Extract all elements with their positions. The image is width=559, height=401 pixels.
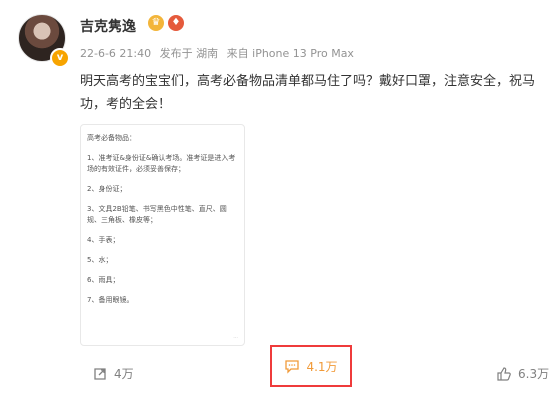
post-text: 明天高考的宝宝们，高考必备物品清单都马住了吗？戴好口罩，注意安全，祝马 功，考的… — [80, 70, 559, 116]
verified-badge: v — [50, 48, 70, 68]
post-datetime[interactable]: 22-6-6 21:40 — [80, 47, 151, 60]
post-meta: 22-6-6 21:40 发布于 湖南 来自 iPhone 13 Pro Max — [80, 45, 359, 61]
comment-count: 4.1万 — [306, 359, 338, 374]
like-count: 6.3万 — [518, 367, 550, 381]
note-item: 4、手表； — [87, 236, 120, 244]
note-item: 5、水； — [87, 256, 113, 264]
post-text-line2: 功，考的全会！ — [80, 97, 172, 112]
note-item: 2、身份证； — [87, 185, 127, 193]
repost-count: 4万 — [114, 367, 134, 381]
user-name[interactable]: 吉克隽逸 — [80, 16, 136, 36]
repost-button[interactable]: 4万 — [92, 365, 134, 382]
note-title: 高考必备物品： — [87, 134, 136, 142]
thumbs-up-icon — [497, 366, 511, 381]
note-item: 7、备用眼镜。 — [87, 296, 134, 304]
post-source: 来自 iPhone 13 Pro Max — [226, 47, 354, 60]
repost-icon — [94, 367, 106, 380]
comment-button[interactable]: 4.1万 — [270, 345, 352, 387]
attached-image[interactable]: 高考必备物品： 1、准考证&身份证&确认考场。准考证是进入考场的有效证件，必须妥… — [80, 124, 245, 346]
image-watermark: ··· — [233, 335, 238, 341]
note-item: 1、准考证&身份证&确认考场。准考证是进入考场的有效证件，必须妥善保存； — [87, 154, 236, 173]
comment-icon — [285, 360, 300, 374]
user-badges: ♛ ♦ — [148, 15, 184, 31]
crown-icon: ♛ — [148, 15, 164, 31]
post-location: 发布于 湖南 — [159, 47, 219, 60]
post-text-line1: 明天高考的宝宝们，高考必备物品清单都马住了吗？戴好口罩，注意安全，祝马 — [80, 74, 536, 89]
like-button[interactable]: 6.3万 — [496, 365, 549, 382]
note-item: 6、雨具； — [87, 276, 120, 284]
note-item: 3、文具2B铅笔、书写黑色中性笔、直尺、圆规、三角板、橡皮等； — [87, 205, 227, 224]
gift-icon: ♦ — [168, 15, 184, 31]
action-bar: 4万 4.1万 6.3万 — [0, 345, 559, 391]
